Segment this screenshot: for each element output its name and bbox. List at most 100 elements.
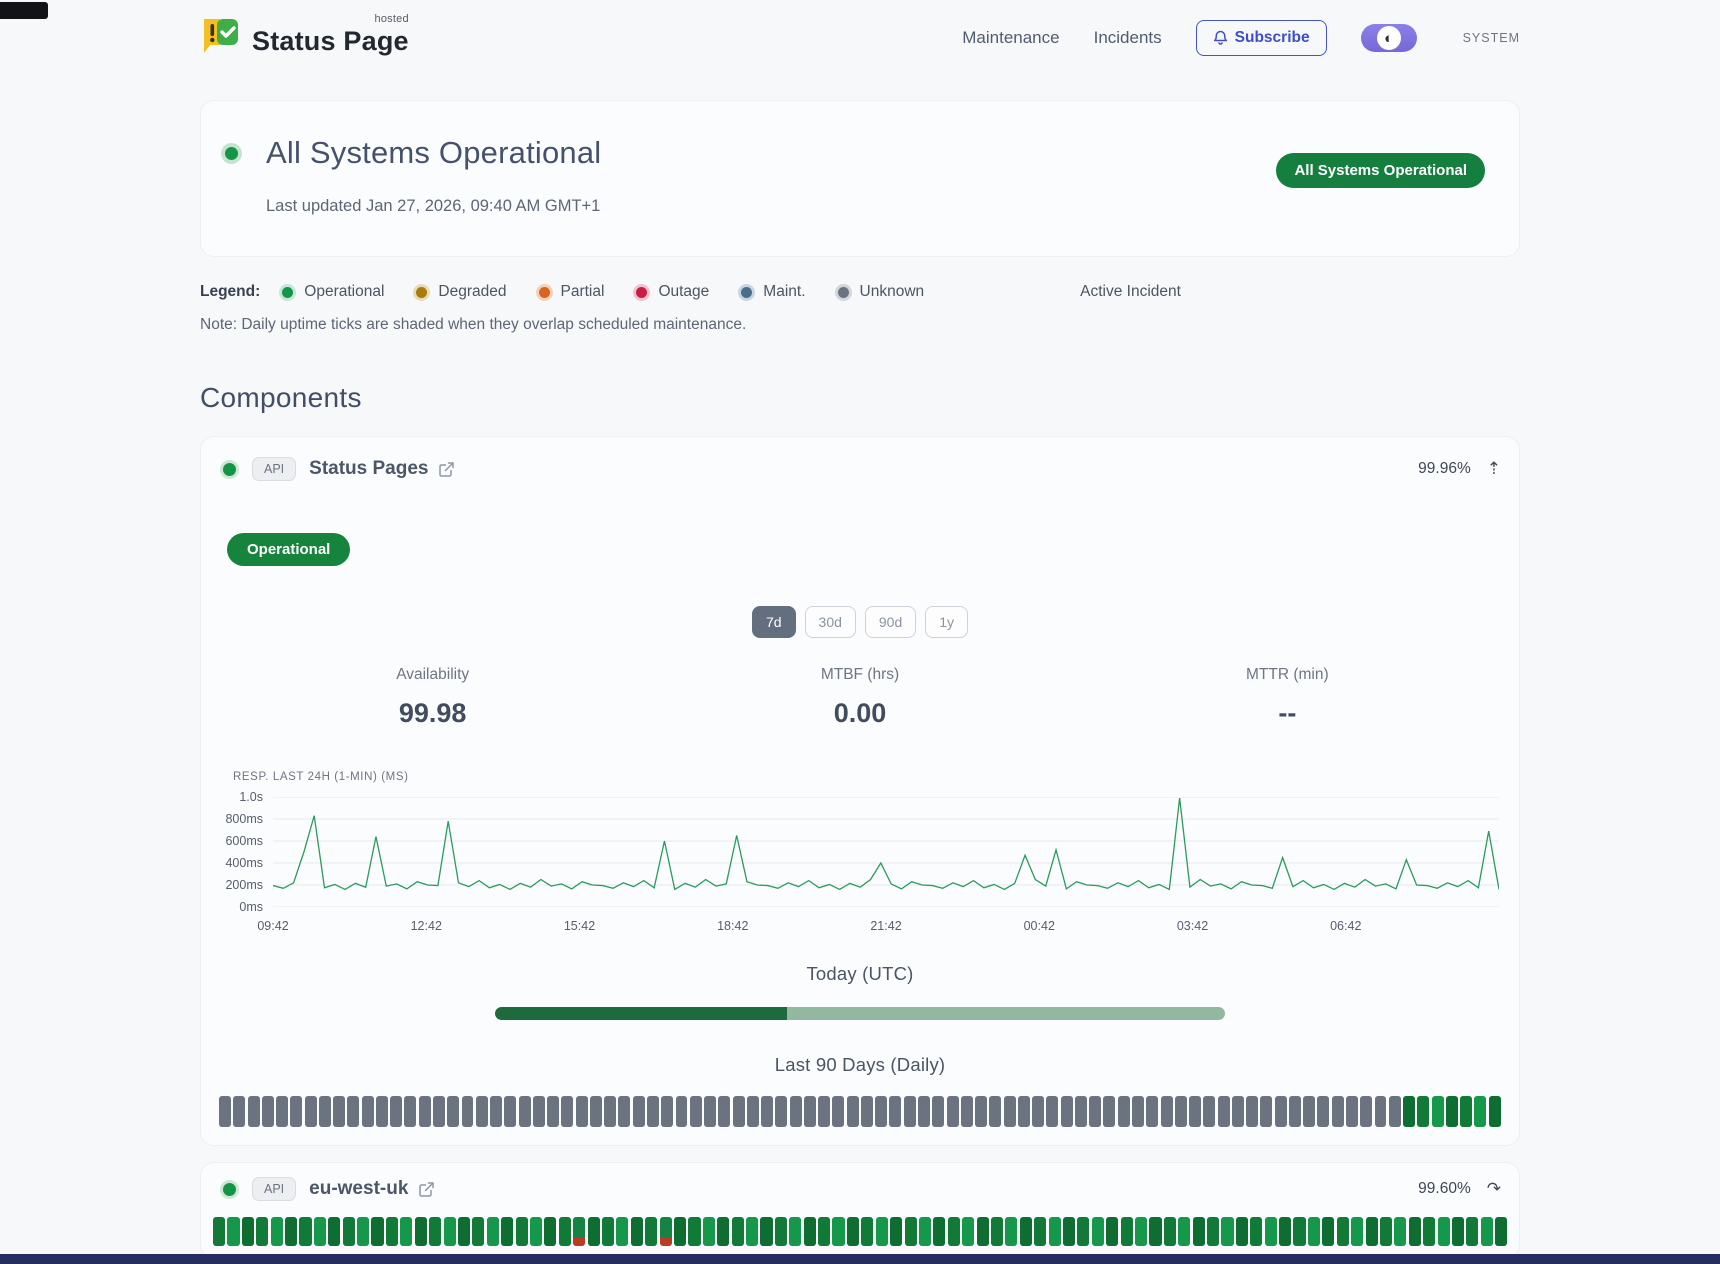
- uptime-tick[interactable]: [219, 1096, 231, 1127]
- uptime-tick[interactable]: [1417, 1096, 1429, 1127]
- uptime-tick[interactable]: [290, 1096, 302, 1127]
- uptime-tick[interactable]: [717, 1217, 729, 1246]
- uptime-tick[interactable]: [604, 1096, 616, 1127]
- uptime-tick[interactable]: [690, 1096, 702, 1127]
- uptime-tick[interactable]: [530, 1217, 542, 1246]
- uptime-tick[interactable]: [1495, 1217, 1507, 1246]
- uptime-tick[interactable]: [761, 1096, 773, 1127]
- uptime-tick[interactable]: [904, 1096, 916, 1127]
- uptime-tick[interactable]: [1432, 1096, 1444, 1127]
- uptime-tick[interactable]: [875, 1096, 887, 1127]
- uptime-tick[interactable]: [476, 1096, 488, 1127]
- uptime-tick[interactable]: [818, 1217, 830, 1246]
- uptime-tick[interactable]: [674, 1217, 686, 1246]
- uptime-tick[interactable]: [573, 1217, 585, 1246]
- uptime-tick[interactable]: [390, 1096, 402, 1127]
- expand-arrow-icon[interactable]: ↷: [1487, 1181, 1501, 1198]
- uptime-tick[interactable]: [1303, 1096, 1315, 1127]
- uptime-tick[interactable]: [616, 1217, 628, 1246]
- uptime-tick[interactable]: [1034, 1217, 1046, 1246]
- external-link-icon[interactable]: [438, 461, 455, 478]
- uptime-tick[interactable]: [861, 1096, 873, 1127]
- uptime-tick[interactable]: [775, 1217, 787, 1246]
- uptime-tick[interactable]: [588, 1217, 600, 1246]
- uptime-tick[interactable]: [1203, 1096, 1215, 1127]
- uptime-tick[interactable]: [328, 1217, 340, 1246]
- uptime-tick[interactable]: [319, 1096, 331, 1127]
- uptime-tick[interactable]: [1089, 1096, 1101, 1127]
- collapse-arrow-icon[interactable]: ⇡: [1487, 461, 1501, 478]
- uptime-tick[interactable]: [1077, 1217, 1089, 1246]
- uptime-tick[interactable]: [1308, 1217, 1320, 1246]
- uptime-tick[interactable]: [347, 1096, 359, 1127]
- uptime-tick[interactable]: [576, 1096, 588, 1127]
- range-button-7d[interactable]: 7d: [752, 606, 796, 638]
- uptime-tick[interactable]: [977, 1217, 989, 1246]
- uptime-tick[interactable]: [533, 1096, 545, 1127]
- uptime-tick[interactable]: [1103, 1096, 1115, 1127]
- uptime-tick[interactable]: [1489, 1096, 1501, 1127]
- uptime-tick[interactable]: [989, 1096, 1001, 1127]
- uptime-tick[interactable]: [1275, 1096, 1287, 1127]
- uptime-tick[interactable]: [905, 1217, 917, 1246]
- range-button-1y[interactable]: 1y: [925, 606, 968, 638]
- uptime-tick[interactable]: [419, 1096, 431, 1127]
- uptime-tick[interactable]: [1046, 1096, 1058, 1127]
- uptime-tick[interactable]: [227, 1217, 239, 1246]
- uptime-tick[interactable]: [1409, 1217, 1421, 1246]
- uptime-tick[interactable]: [262, 1096, 274, 1127]
- uptime-tick[interactable]: [559, 1217, 571, 1246]
- uptime-tick[interactable]: [248, 1096, 260, 1127]
- uptime-tick[interactable]: [804, 1217, 816, 1246]
- uptime-tick[interactable]: [501, 1217, 513, 1246]
- subscribe-button[interactable]: Subscribe: [1196, 20, 1327, 56]
- uptime-tick[interactable]: [462, 1096, 474, 1127]
- uptime-tick[interactable]: [1438, 1217, 1450, 1246]
- uptime-tick[interactable]: [415, 1217, 427, 1246]
- uptime-tick[interactable]: [948, 1217, 960, 1246]
- uptime-tick[interactable]: [299, 1217, 311, 1246]
- uptime-tick[interactable]: [1106, 1217, 1118, 1246]
- uptime-tick[interactable]: [1161, 1096, 1173, 1127]
- external-link-icon[interactable]: [418, 1181, 435, 1198]
- uptime-tick[interactable]: [1466, 1217, 1478, 1246]
- uptime-tick[interactable]: [1236, 1217, 1248, 1246]
- uptime-tick[interactable]: [433, 1096, 445, 1127]
- uptime-tick[interactable]: [790, 1096, 802, 1127]
- uptime-tick[interactable]: [847, 1096, 859, 1127]
- theme-toggle[interactable]: ◐: [1361, 24, 1417, 52]
- uptime-tick[interactable]: [1135, 1217, 1147, 1246]
- uptime-tick[interactable]: [1389, 1096, 1401, 1127]
- uptime-tick[interactable]: [1474, 1096, 1486, 1127]
- uptime-tick[interactable]: [256, 1217, 268, 1246]
- uptime-tick[interactable]: [1121, 1217, 1133, 1246]
- uptime-tick[interactable]: [504, 1096, 516, 1127]
- uptime-tick[interactable]: [285, 1217, 297, 1246]
- uptime-tick[interactable]: [376, 1096, 388, 1127]
- uptime-tick[interactable]: [1049, 1217, 1061, 1246]
- uptime-tick[interactable]: [1075, 1096, 1087, 1127]
- uptime-tick[interactable]: [343, 1217, 355, 1246]
- uptime-tick[interactable]: [688, 1217, 700, 1246]
- uptime-tick[interactable]: [1260, 1096, 1272, 1127]
- uptime-tick[interactable]: [1394, 1217, 1406, 1246]
- uptime-tick[interactable]: [371, 1217, 383, 1246]
- uptime-tick[interactable]: [1423, 1217, 1435, 1246]
- uptime-tick[interactable]: [242, 1217, 254, 1246]
- uptime-tick[interactable]: [1189, 1096, 1201, 1127]
- uptime-tick[interactable]: [447, 1096, 459, 1127]
- uptime-tick[interactable]: [213, 1217, 225, 1246]
- uptime-tick[interactable]: [1004, 1096, 1016, 1127]
- uptime-tick[interactable]: [233, 1096, 245, 1127]
- uptime-tick[interactable]: [718, 1096, 730, 1127]
- nav-maintenance[interactable]: Maintenance: [962, 28, 1059, 48]
- uptime-tick[interactable]: [1221, 1217, 1233, 1246]
- uptime-tick[interactable]: [271, 1217, 283, 1246]
- uptime-tick[interactable]: [746, 1217, 758, 1246]
- uptime-tick[interactable]: [647, 1096, 659, 1127]
- uptime-tick[interactable]: [429, 1217, 441, 1246]
- uptime-tick[interactable]: [362, 1096, 374, 1127]
- uptime-tick[interactable]: [660, 1217, 672, 1246]
- uptime-tick[interactable]: [1366, 1217, 1378, 1246]
- uptime-tick[interactable]: [516, 1217, 528, 1246]
